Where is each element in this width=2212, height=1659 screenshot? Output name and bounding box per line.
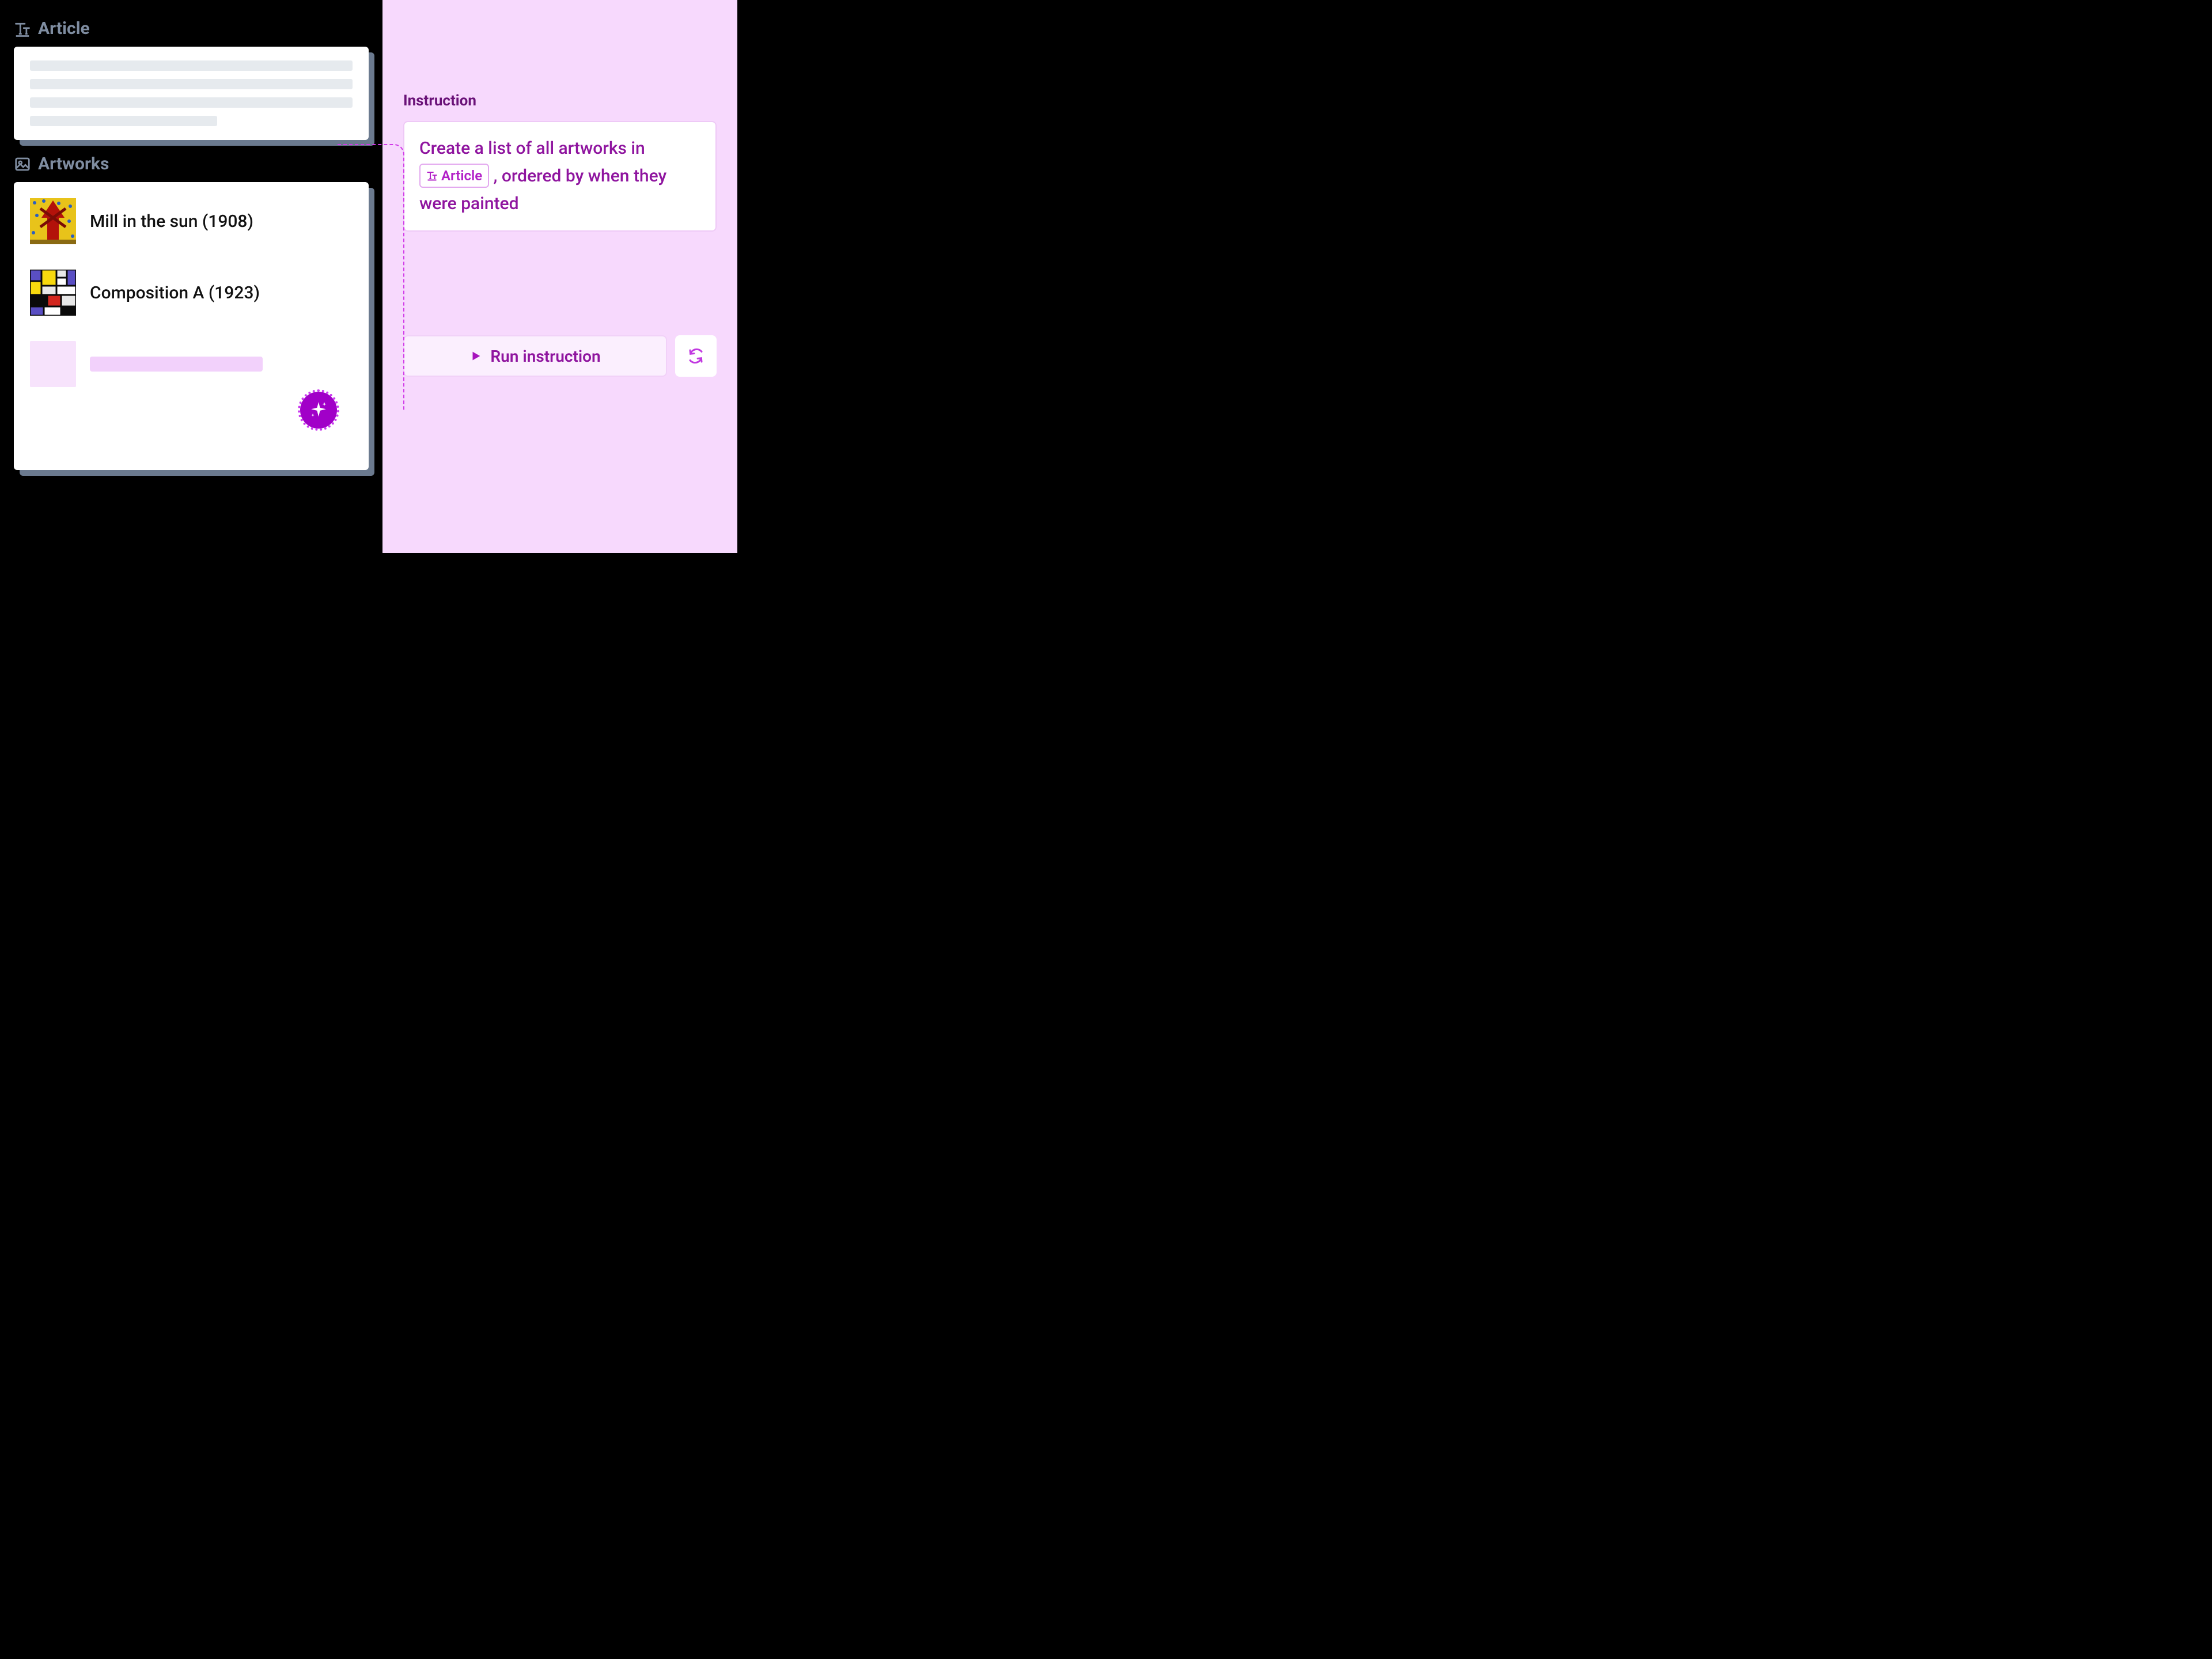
- artworks-section-heading: Artworks: [14, 154, 369, 174]
- left-pane: Article Artworks: [0, 0, 382, 553]
- text-icon: [426, 170, 438, 181]
- image-icon: [14, 156, 31, 173]
- article-reference-chip[interactable]: Article: [419, 164, 489, 188]
- artwork-title: Composition A (1923): [90, 283, 260, 303]
- placeholder-title: [90, 357, 263, 372]
- artwork-row[interactable]: Composition A (1923): [30, 270, 353, 316]
- article-card: [14, 47, 369, 140]
- run-instruction-button[interactable]: Run instruction: [403, 335, 667, 377]
- right-pane: Instruction Create a list of all artwork…: [382, 0, 737, 553]
- artwork-thumbnail: [30, 270, 76, 316]
- artwork-row-placeholder: [30, 341, 353, 387]
- run-button-label: Run instruction: [490, 347, 600, 366]
- text-icon: [14, 20, 31, 37]
- ai-sparkle-badge[interactable]: [300, 392, 337, 429]
- refresh-button[interactable]: [675, 335, 717, 377]
- instruction-text-prefix: Create a list of all artworks in: [419, 138, 645, 158]
- artworks-heading-text: Artworks: [38, 154, 109, 174]
- artwork-thumbnail: [30, 198, 76, 244]
- refresh-icon: [687, 347, 704, 365]
- play-icon: [469, 350, 482, 362]
- article-section-heading: Article: [14, 18, 369, 39]
- chip-label: Article: [441, 165, 482, 187]
- placeholder-thumbnail: [30, 341, 76, 387]
- instruction-box[interactable]: Create a list of all artworks in Article…: [403, 121, 717, 232]
- artwork-title: Mill in the sun (1908): [90, 211, 253, 232]
- instruction-label: Instruction: [403, 92, 717, 109]
- artwork-row[interactable]: Mill in the sun (1908): [30, 198, 353, 244]
- article-heading-text: Article: [38, 18, 90, 39]
